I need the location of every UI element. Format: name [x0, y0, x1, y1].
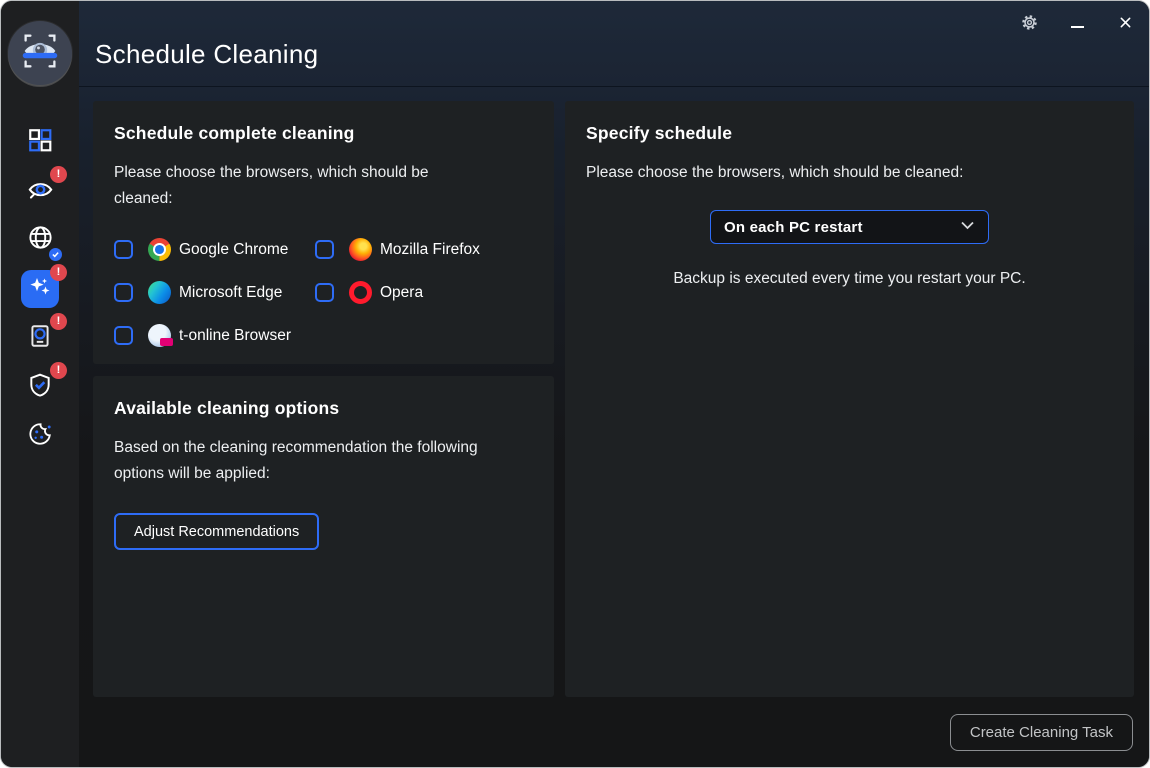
main-area: Schedule Cleaning — [79, 1, 1149, 767]
browser-label: Microsoft Edge — [179, 284, 282, 302]
app-window: ! — [0, 0, 1150, 768]
sidebar-item-device-cleaner[interactable]: ! — [21, 319, 59, 357]
browser-row-firefox: Mozilla Firefox — [315, 238, 533, 261]
eye-scanner-icon — [17, 28, 63, 79]
panel-description: Based on the cleaning recommendation the… — [114, 435, 486, 487]
sidebar-item-cleaning[interactable]: ! — [21, 270, 59, 308]
chrome-icon — [148, 238, 171, 261]
create-cleaning-task-button[interactable]: Create Cleaning Task — [950, 714, 1133, 751]
firefox-icon — [349, 238, 372, 261]
sidebar-item-privacy[interactable]: ! — [21, 172, 59, 210]
settings-gear-icon[interactable] — [1018, 11, 1040, 33]
schedule-complete-cleaning-panel: Schedule complete cleaning Please choose… — [93, 101, 554, 364]
browser-row-chrome: Google Chrome — [114, 238, 315, 261]
schedule-dropdown-value: On each PC restart — [724, 219, 863, 236]
shield-check-icon — [27, 372, 53, 403]
browser-label: Google Chrome — [179, 241, 288, 259]
close-button[interactable] — [1114, 11, 1136, 33]
shield-check-badge-icon — [49, 248, 62, 261]
panel-description: Please choose the browsers, which should… — [586, 160, 1113, 186]
minimize-button[interactable] — [1066, 11, 1088, 33]
sidebar-nav: ! — [21, 123, 59, 455]
sidebar: ! — [1, 1, 79, 767]
browser-label: Mozilla Firefox — [380, 241, 480, 259]
sparkles-icon — [28, 275, 52, 304]
right-column: Specify schedule Please choose the brows… — [565, 101, 1134, 697]
sidebar-item-web-protection[interactable] — [21, 221, 59, 259]
edge-icon — [148, 281, 171, 304]
panel-description: Please choose the browsers, which should… — [114, 160, 486, 212]
sidebar-item-dashboard[interactable] — [21, 123, 59, 161]
notification-badge: ! — [50, 166, 67, 183]
panel-title: Schedule complete cleaning — [114, 123, 533, 144]
header: Schedule Cleaning — [79, 1, 1149, 87]
firefox-checkbox[interactable] — [315, 240, 334, 259]
browser-label: Opera — [380, 284, 423, 302]
chevron-down-icon — [960, 218, 975, 236]
drive-icon — [27, 323, 53, 354]
browser-row-opera: Opera — [315, 281, 533, 304]
opera-icon — [349, 281, 372, 304]
adjust-recommendations-button[interactable]: Adjust Recommendations — [114, 513, 319, 550]
notification-badge: ! — [50, 313, 67, 330]
edge-checkbox[interactable] — [114, 283, 133, 302]
sidebar-item-cookies[interactable] — [21, 417, 59, 455]
available-cleaning-options-panel: Available cleaning options Based on the … — [93, 376, 554, 697]
privacy-eye-icon — [27, 175, 54, 207]
window-controls — [1018, 11, 1136, 33]
close-icon — [1118, 15, 1133, 30]
t-online-checkbox[interactable] — [114, 326, 133, 345]
opera-checkbox[interactable] — [315, 283, 334, 302]
sidebar-item-security[interactable]: ! — [21, 368, 59, 406]
specify-schedule-panel: Specify schedule Please choose the brows… — [565, 101, 1134, 697]
dashboard-grid-icon — [27, 127, 53, 158]
browser-label: t-online Browser — [179, 327, 291, 345]
app-logo — [8, 21, 72, 85]
footer: Create Cleaning Task — [79, 697, 1149, 767]
chrome-checkbox[interactable] — [114, 240, 133, 259]
browser-checkbox-grid: Google Chrome Mozilla Firefox Microsoft … — [114, 238, 533, 347]
panel-title: Available cleaning options — [114, 398, 533, 419]
browser-row-edge: Microsoft Edge — [114, 281, 315, 304]
browser-row-t-online: t-online Browser — [114, 324, 315, 347]
t-online-icon — [148, 324, 171, 347]
notification-badge: ! — [50, 362, 67, 379]
panel-title: Specify schedule — [586, 123, 1113, 144]
page-title: Schedule Cleaning — [95, 39, 318, 70]
minimize-icon — [1071, 26, 1084, 28]
schedule-note: Backup is executed every time you restar… — [586, 266, 1113, 292]
notification-badge: ! — [50, 264, 67, 281]
cookie-icon — [27, 421, 53, 452]
schedule-dropdown[interactable]: On each PC restart — [710, 210, 989, 244]
left-column: Schedule complete cleaning Please choose… — [93, 101, 554, 697]
content: Schedule complete cleaning Please choose… — [79, 87, 1149, 697]
